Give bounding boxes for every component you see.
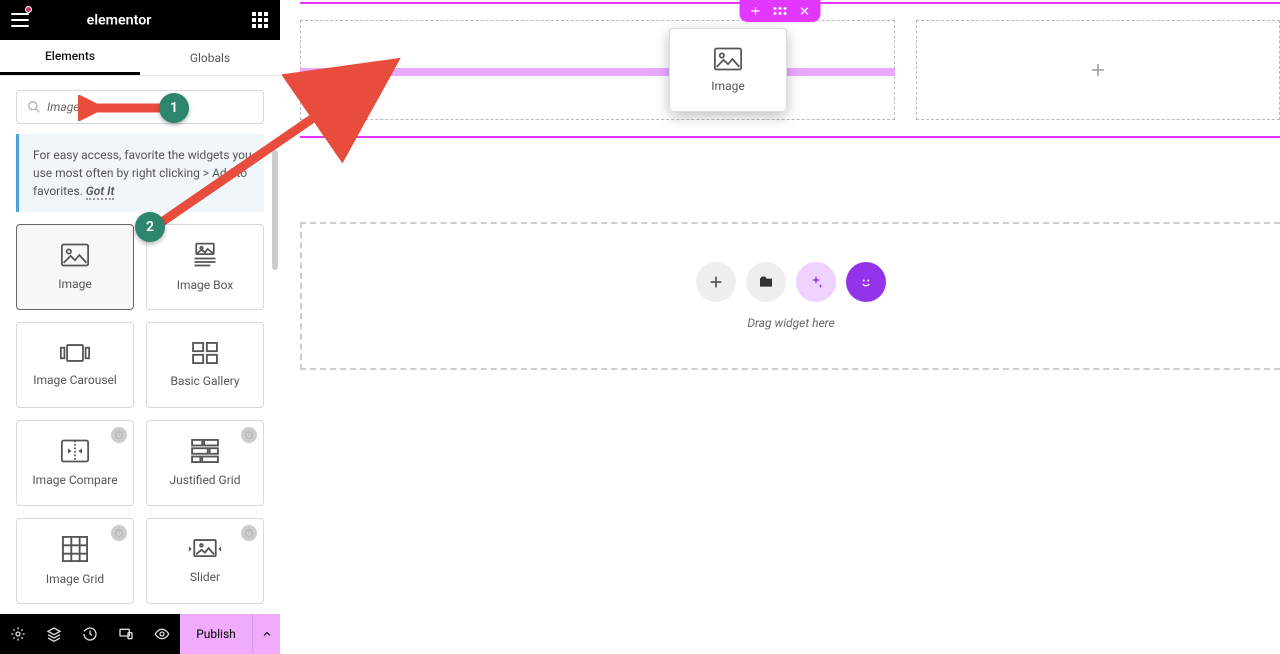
pro-badge-icon xyxy=(241,427,257,443)
publish-options-button[interactable] xyxy=(252,614,280,654)
pro-badge-icon xyxy=(111,525,127,541)
carousel-icon xyxy=(60,343,90,363)
add-section-plus-button[interactable] xyxy=(696,262,736,302)
image-icon xyxy=(61,243,89,267)
compare-icon xyxy=(61,439,89,463)
drag-section-handle[interactable] xyxy=(774,7,787,15)
eye-icon xyxy=(154,626,170,642)
widget-label: Basic Gallery xyxy=(170,374,239,388)
dropzone-hint: Drag widget here xyxy=(747,316,834,330)
gallery-icon xyxy=(192,342,218,364)
new-section-dropzone[interactable]: Drag widget here xyxy=(300,222,1280,370)
settings-button[interactable] xyxy=(0,614,36,654)
slider-icon xyxy=(188,538,222,560)
widget-image[interactable]: Image xyxy=(16,224,134,310)
dropzone-actions xyxy=(696,262,886,302)
drag-preview-label: Image xyxy=(711,79,744,93)
devices-icon xyxy=(118,626,134,642)
widget-grid: Image Image Box Image Carousel Basic Galler… xyxy=(0,224,280,604)
grid-icon xyxy=(252,12,268,28)
image-icon xyxy=(714,47,742,71)
history-button[interactable] xyxy=(72,614,108,654)
layers-icon xyxy=(46,626,62,642)
close-icon xyxy=(799,5,811,17)
widget-carousel[interactable]: Image Carousel xyxy=(16,322,134,408)
delete-section-button[interactable] xyxy=(799,5,811,17)
add-widget-button[interactable] xyxy=(1089,61,1107,79)
plus-icon xyxy=(708,274,724,290)
history-icon xyxy=(82,626,98,642)
responsive-button[interactable] xyxy=(108,614,144,654)
widget-justified[interactable]: Justified Grid xyxy=(146,420,264,506)
editor-canvas[interactable]: Image Drag widget here xyxy=(280,0,1280,654)
column-right[interactable] xyxy=(916,20,1280,120)
menu-button[interactable] xyxy=(0,0,40,40)
pro-badge-icon xyxy=(111,427,127,443)
template-library-button[interactable] xyxy=(746,262,786,302)
widget-label: Image Compare xyxy=(32,473,117,487)
chevron-up-icon xyxy=(261,628,273,640)
pro-badge-icon xyxy=(241,525,257,541)
svg-text:elementor: elementor xyxy=(87,12,152,28)
justified-icon xyxy=(191,439,219,463)
section-handle[interactable] xyxy=(740,0,821,22)
widget-label: Image Carousel xyxy=(33,373,117,387)
widget-slider[interactable]: Slider xyxy=(146,518,264,604)
app-launcher-button[interactable] xyxy=(240,0,280,40)
drag-icon xyxy=(774,7,787,15)
widget-grid[interactable]: Image Grid xyxy=(16,518,134,604)
sidebar-footer: Publish xyxy=(0,614,280,654)
navigator-button[interactable] xyxy=(36,614,72,654)
annotation-arrow-2 xyxy=(148,48,408,238)
plus-icon xyxy=(750,5,762,17)
drag-preview-image-widget: Image xyxy=(669,28,787,112)
sidebar-header: elementor xyxy=(0,0,280,40)
image-box-icon xyxy=(191,242,219,268)
grid-icon xyxy=(62,536,88,562)
annotation-step-2: 2 xyxy=(135,212,165,242)
preview-button[interactable] xyxy=(144,614,180,654)
gear-icon xyxy=(10,626,26,642)
add-section-button[interactable] xyxy=(750,5,762,17)
brand-logo: elementor xyxy=(40,12,240,28)
face-icon xyxy=(857,273,875,291)
ai-assistant-button[interactable] xyxy=(846,262,886,302)
widget-label: Slider xyxy=(190,570,220,584)
ai-generate-button[interactable] xyxy=(796,262,836,302)
folder-icon xyxy=(758,274,774,290)
widget-label: Image Grid xyxy=(46,572,104,586)
widget-gallery[interactable]: Basic Gallery xyxy=(146,322,264,408)
tab-elements[interactable]: Elements xyxy=(0,40,140,75)
publish-button[interactable]: Publish xyxy=(180,614,252,654)
search-icon xyxy=(27,100,41,114)
annotation-step-1: 1 xyxy=(159,93,189,123)
hamburger-icon xyxy=(11,13,29,27)
widget-label: Image Box xyxy=(177,278,234,292)
plus-icon xyxy=(1089,61,1107,79)
notification-dot-icon xyxy=(25,6,32,13)
tip-dismiss-button[interactable]: Got It xyxy=(86,184,115,200)
widget-label: Image xyxy=(58,277,91,291)
widget-label: Justified Grid xyxy=(170,473,241,487)
sparkle-icon xyxy=(808,274,824,290)
widget-compare[interactable]: Image Compare xyxy=(16,420,134,506)
